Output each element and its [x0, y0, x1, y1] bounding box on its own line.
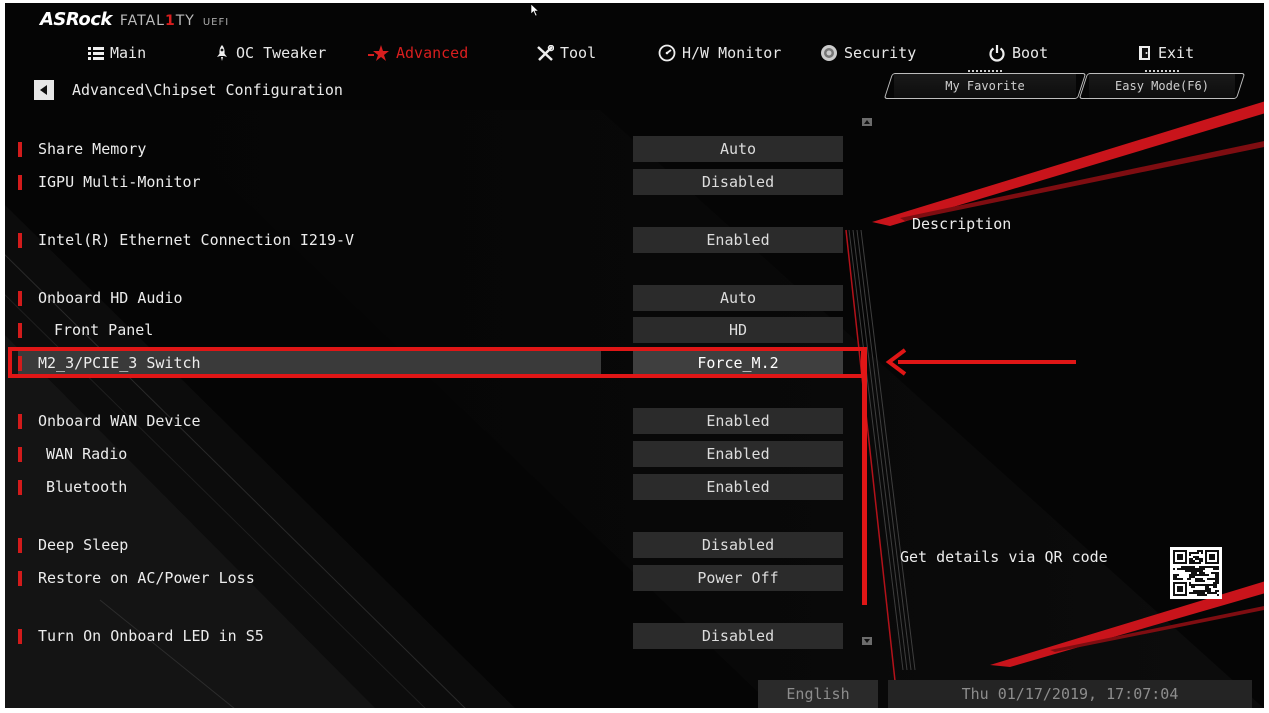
qr-code-text: Get details via QR code [900, 548, 1108, 566]
scroll-down-button[interactable] [862, 637, 872, 645]
logo-asrock: ASRock [40, 9, 112, 30]
row-marker [18, 175, 22, 190]
setting-wan-radio[interactable]: WAN Radio Enabled [18, 441, 846, 467]
tab-main-label: Main [110, 44, 147, 62]
tools-icon [537, 45, 554, 61]
setting-front-panel[interactable]: Front Panel HD [18, 317, 846, 343]
arrow-up-icon [864, 120, 870, 124]
setting-value[interactable]: HD [633, 317, 843, 343]
annotation-highlight-box [8, 347, 865, 378]
scroll-up-button[interactable] [862, 118, 872, 126]
tab-hw-monitor[interactable]: H/W Monitor [658, 40, 781, 66]
back-button[interactable] [34, 80, 54, 100]
row-marker [18, 538, 22, 553]
setting-value[interactable]: Auto [633, 136, 843, 162]
setting-value[interactable]: Enabled [633, 441, 843, 467]
row-marker [18, 447, 22, 462]
setting-label: Front Panel [54, 321, 154, 339]
dots-decoration [968, 70, 1002, 72]
setting-value[interactable]: Disabled [633, 532, 843, 558]
row-marker [18, 414, 22, 429]
list-icon [88, 47, 104, 60]
description-title: Description [912, 215, 1012, 233]
setting-share-memory[interactable]: Share Memory Auto [18, 136, 846, 162]
power-icon [989, 45, 1005, 62]
setting-label: WAN Radio [46, 445, 128, 463]
setting-label: IGPU Multi-Monitor [38, 173, 201, 191]
tab-boot-label: Boot [1012, 44, 1049, 62]
tab-security[interactable]: Security [820, 40, 916, 66]
row-marker [18, 323, 22, 338]
brand-logo: ASRock FATAL1TY UEFI [40, 9, 229, 30]
arrow-down-icon [864, 639, 870, 643]
breadcrumb-path: Advanced\Chipset Configuration [72, 81, 343, 99]
exit-door-icon [1139, 46, 1150, 60]
easy-mode-label: Easy Mode(F6) [1115, 79, 1209, 93]
setting-onboard-led-s5[interactable]: Turn On Onboard LED in S5 Disabled [18, 623, 846, 649]
tab-main[interactable]: Main [88, 40, 146, 66]
setting-onboard-wan-device[interactable]: Onboard WAN Device Enabled [18, 408, 846, 434]
setting-value[interactable]: Enabled [633, 408, 843, 434]
top-menu: Main OC Tweaker Advanced Tool H/W Monito… [0, 40, 1269, 66]
my-favorite-button[interactable]: My Favorite [894, 70, 1076, 99]
row-marker [18, 480, 22, 495]
tab-advanced-label: Advanced [396, 44, 469, 62]
easy-mode-button[interactable]: Easy Mode(F6) [1089, 70, 1235, 99]
tab-hw-monitor-label: H/W Monitor [682, 44, 782, 62]
tab-exit[interactable]: Exit [1138, 40, 1194, 66]
shield-icon [821, 45, 837, 61]
setting-label: Deep Sleep [38, 536, 129, 554]
logo-fatality: FATAL1TY [119, 13, 195, 29]
breadcrumb: Advanced\Chipset Configuration [34, 80, 343, 100]
setting-value[interactable]: Disabled [633, 623, 843, 649]
row-marker [18, 629, 22, 644]
setting-onboard-hd-audio[interactable]: Onboard HD Audio Auto [18, 285, 846, 311]
tab-oc-tweaker-label: OC Tweaker [236, 44, 327, 62]
my-favorite-label: My Favorite [945, 79, 1025, 93]
annotation-vertical-bar [862, 347, 867, 605]
tab-boot[interactable]: Boot [988, 40, 1048, 66]
setting-value[interactable]: Auto [633, 285, 843, 311]
datetime-display: Thu 01/17/2019, 17:07:04 [888, 680, 1252, 708]
setting-label: Restore on AC/Power Loss [38, 569, 255, 587]
star-icon [368, 45, 389, 61]
setting-igpu-multi-monitor[interactable]: IGPU Multi-Monitor Disabled [18, 169, 846, 195]
setting-label: Turn On Onboard LED in S5 [38, 627, 264, 645]
monitor-icon [658, 44, 676, 62]
tab-advanced[interactable]: Advanced [368, 40, 468, 66]
setting-value[interactable]: Enabled [633, 227, 843, 253]
mouse-cursor-icon [530, 3, 540, 17]
setting-deep-sleep[interactable]: Deep Sleep Disabled [18, 532, 846, 558]
setting-label: Intel(R) Ethernet Connection I219-V [38, 231, 355, 249]
dots-decoration [1145, 70, 1179, 72]
setting-value[interactable]: Disabled [633, 169, 843, 195]
row-marker [18, 291, 22, 306]
setting-label: Onboard HD Audio [38, 289, 183, 307]
setting-label: Bluetooth [46, 478, 128, 496]
setting-bluetooth[interactable]: Bluetooth Enabled [18, 474, 846, 500]
tab-exit-label: Exit [1158, 44, 1195, 62]
logo-uefi: UEFI [202, 17, 230, 28]
setting-restore-ac-power-loss[interactable]: Restore on AC/Power Loss Power Off [18, 565, 846, 591]
tab-tool-label: Tool [560, 44, 597, 62]
qr-code[interactable] [1170, 547, 1222, 599]
setting-intel-ethernet[interactable]: Intel(R) Ethernet Connection I219-V Enab… [18, 227, 846, 253]
qr-code-image [1173, 550, 1219, 596]
row-marker [18, 142, 22, 157]
setting-value[interactable]: Enabled [633, 474, 843, 500]
setting-value[interactable]: Power Off [633, 565, 843, 591]
row-marker [18, 571, 22, 586]
setting-label: Share Memory [38, 140, 147, 158]
language-button[interactable]: English [758, 680, 878, 708]
row-marker [18, 233, 22, 248]
tab-security-label: Security [844, 44, 917, 62]
setting-label: Onboard WAN Device [38, 412, 201, 430]
tab-tool[interactable]: Tool [536, 40, 596, 66]
chevron-left-icon [40, 85, 47, 95]
rocket-icon [217, 45, 227, 61]
tab-oc-tweaker[interactable]: OC Tweaker [214, 40, 326, 66]
